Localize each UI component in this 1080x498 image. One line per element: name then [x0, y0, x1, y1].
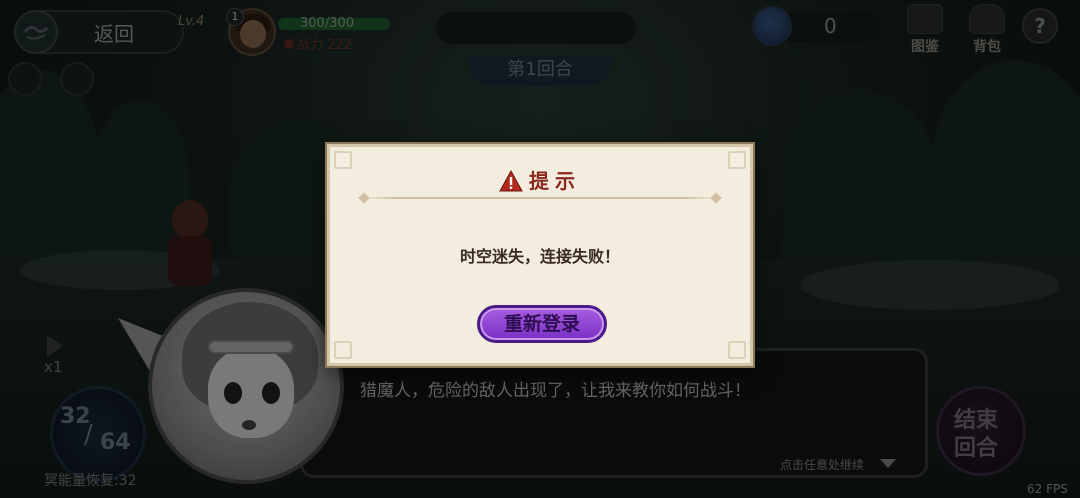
relogin-button[interactable]: 重新登录	[477, 305, 607, 343]
alert-message: 时空迷失，连接失败！	[459, 247, 620, 266]
alert-title: 提示	[529, 169, 581, 193]
alert-title-row: 提示	[330, 165, 750, 194]
alert-dialog: 提示 时空迷失，连接失败！ 重新登录	[327, 144, 753, 366]
title-divider	[360, 197, 720, 199]
warning-icon	[499, 170, 523, 192]
